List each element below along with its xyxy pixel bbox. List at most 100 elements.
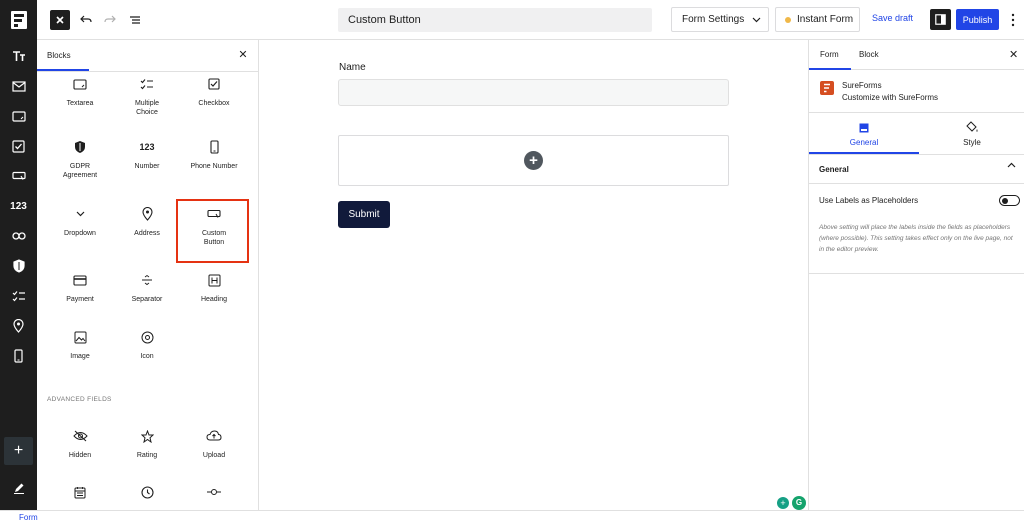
number-icon[interactable]: 123 <box>0 194 37 218</box>
grammarly-icon[interactable]: G <box>792 496 806 510</box>
block-label: Heading <box>200 296 228 303</box>
block-label: Number <box>134 163 160 170</box>
block-hidden[interactable]: Hidden <box>47 428 113 460</box>
save-draft-button[interactable]: Save draft <box>872 13 913 23</box>
block-label: GDPR Agreement <box>62 163 98 179</box>
labels-as-placeholders-label: Use Labels as Placeholders <box>819 196 919 205</box>
chevron-up-icon[interactable] <box>1007 162 1016 168</box>
block-icon[interactable]: Icon <box>114 329 180 361</box>
textarea-icon <box>47 76 113 92</box>
block-number[interactable]: 123 Number <box>114 139 180 171</box>
block-heading[interactable]: Heading <box>181 272 247 304</box>
number-icon: 123 <box>139 142 155 152</box>
options-menu-button[interactable] <box>1007 11 1019 29</box>
eye-off-icon <box>47 428 113 444</box>
document-overview-button[interactable] <box>127 9 143 31</box>
location-pin-icon <box>114 206 180 222</box>
edit-pencil-icon[interactable] <box>0 476 37 500</box>
image-icon <box>47 329 113 345</box>
block-payment[interactable]: Payment <box>47 272 113 304</box>
tab-general[interactable]: General <box>809 113 919 153</box>
close-icon <box>56 16 64 24</box>
clock-icon <box>114 484 180 500</box>
form-settings-button[interactable]: Form Settings <box>671 7 769 32</box>
close-settings-button[interactable]: ✕ <box>1009 48 1018 61</box>
block-dropdown[interactable]: Dropdown <box>47 206 113 238</box>
general-tab-icon <box>809 123 919 135</box>
tab-style[interactable]: Style <box>919 113 1024 153</box>
settings-sidebar-toggle[interactable] <box>930 9 951 30</box>
block-upload[interactable]: Upload <box>181 428 247 460</box>
blocks-panel-header: Blocks ✕ <box>37 40 258 72</box>
settings-sidebar: Form Block ✕ SureForms Customize with Su… <box>808 40 1024 510</box>
block-label: Image <box>70 353 90 360</box>
button-icon[interactable] <box>0 164 37 188</box>
add-block-button[interactable]: + <box>4 437 33 465</box>
tab-block[interactable]: Block <box>859 50 879 59</box>
plus-icon[interactable]: + <box>524 151 543 170</box>
name-input[interactable] <box>338 79 729 106</box>
block-rating[interactable]: Rating <box>114 428 180 460</box>
plus-icon: + <box>13 442 24 459</box>
close-blocks-panel-button[interactable]: ✕ <box>237 49 249 61</box>
location-pin-icon[interactable] <box>0 314 37 338</box>
paint-bucket-icon <box>919 121 1024 133</box>
list-view-icon <box>130 16 140 24</box>
tab-blocks[interactable]: Blocks <box>47 51 71 60</box>
publish-button[interactable]: Publish <box>956 9 999 30</box>
shield-icon[interactable] <box>0 254 37 278</box>
more-vertical-icon <box>1011 13 1015 27</box>
checkbox-icon <box>181 76 247 92</box>
block-time[interactable] <box>114 484 180 507</box>
phone-icon[interactable] <box>0 344 37 368</box>
help-text: Above setting will place the labels insi… <box>819 224 1013 253</box>
block-multiple-choice[interactable]: Multiple Choice <box>114 76 180 117</box>
calendar-icon <box>47 484 113 500</box>
checkbox-icon[interactable] <box>0 134 37 158</box>
block-textarea[interactable]: Textarea <box>47 76 113 108</box>
block-label: Separator <box>131 296 163 303</box>
block-phone-number[interactable]: Phone Number <box>181 139 247 171</box>
tab-general-label: General <box>849 138 879 147</box>
tab-form[interactable]: Form <box>820 50 839 59</box>
grammarly-plus-icon[interactable]: + <box>777 497 789 509</box>
submit-button[interactable]: Submit <box>338 201 390 228</box>
undo-button[interactable] <box>78 9 94 31</box>
sureforms-logo[interactable] <box>0 0 37 40</box>
icon-icon <box>114 329 180 345</box>
document-title[interactable]: Custom Button <box>338 8 652 32</box>
block-separator[interactable]: Separator <box>114 272 180 304</box>
instant-form-button[interactable]: Instant Form <box>775 7 860 32</box>
block-date[interactable] <box>47 484 113 507</box>
block-slider[interactable] <box>181 484 247 507</box>
advanced-fields-heading: ADVANCED FIELDS <box>47 396 112 403</box>
link-icon[interactable] <box>0 224 37 248</box>
block-gdpr[interactable]: GDPR Agreement <box>47 139 113 180</box>
multiple-choice-icon[interactable] <box>0 284 37 308</box>
block-appender[interactable]: + <box>338 135 729 186</box>
text-field-icon[interactable] <box>0 44 37 68</box>
chevron-down-icon <box>47 206 113 222</box>
block-image[interactable]: Image <box>47 329 113 361</box>
close-inserter-button[interactable] <box>50 10 70 30</box>
active-tab-indicator <box>37 69 89 71</box>
shield-icon <box>47 139 113 155</box>
redo-button[interactable] <box>102 9 118 31</box>
labels-as-placeholders-toggle[interactable] <box>999 195 1020 206</box>
textarea-icon[interactable] <box>0 104 37 128</box>
breadcrumb[interactable]: Form <box>19 513 38 522</box>
block-address[interactable]: Address <box>114 206 180 238</box>
block-label: Dropdown <box>64 230 96 237</box>
general-section-title[interactable]: General <box>819 165 849 174</box>
chevron-down-icon <box>752 17 761 22</box>
divider <box>809 154 1024 155</box>
block-label: Payment <box>66 296 94 303</box>
phone-icon <box>181 139 247 155</box>
block-checkbox[interactable]: Checkbox <box>181 76 247 108</box>
logo-icon <box>10 11 27 29</box>
email-icon[interactable] <box>0 74 37 98</box>
block-label: Icon <box>140 353 154 360</box>
status-dot-icon <box>785 16 791 23</box>
editor-footer: Form <box>0 510 1024 525</box>
redo-icon <box>104 15 116 23</box>
